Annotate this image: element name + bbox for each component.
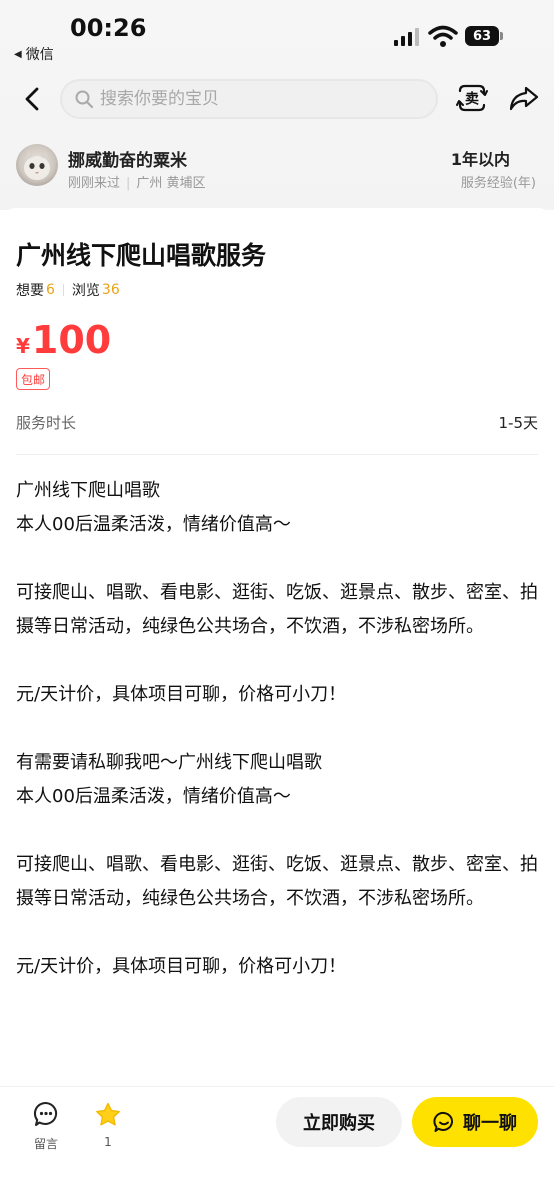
want-count: 6 <box>46 282 55 298</box>
description-paragraph: 元/天计价，具体项目可聊，价格可小刀！ <box>16 956 347 977</box>
clock: 00:26 <box>70 14 147 42</box>
back-to-app[interactable]: ◀ 微信 <box>14 44 54 64</box>
chat-icon <box>433 1111 453 1132</box>
description-spacer <box>16 916 538 950</box>
buy-now-button[interactable]: 立即购买 <box>276 1097 402 1147</box>
stats-divider <box>62 284 64 296</box>
search-bar[interactable] <box>60 79 438 119</box>
description-paragraph: 广州线下爬山唱歌 本人00后温柔活泼，情绪价值高～ <box>16 480 291 535</box>
wifi-icon <box>428 25 458 47</box>
experience-label: 服务经验(年) <box>460 176 536 191</box>
bottom-action-bar: 留言 1 立即购买 聊一聊 <box>0 1086 554 1200</box>
comment-icon <box>33 1102 58 1126</box>
sell-icon[interactable]: 卖 <box>456 82 488 114</box>
comment-label: 留言 <box>33 1137 58 1151</box>
description-paragraph: 可接爬山、唱歌、看电影、逛街、吃饭、逛景点、散步、密室、拍摄等日常活动，纯绿色公… <box>16 582 538 637</box>
listing-stats: 想要 6 浏览 36 <box>16 280 120 300</box>
back-app-label: 微信 <box>25 47 54 63</box>
listing-description: 广州线下爬山唱歌 本人00后温柔活泼，情绪价值高～ 可接爬山、唱歌、看电影、逛街… <box>16 474 538 984</box>
top-nav: 卖 <box>0 76 554 122</box>
status-bar: 00:26 ◀ 微信 63 <box>0 0 554 66</box>
chat-label: 聊一聊 <box>463 1113 517 1134</box>
star-icon <box>96 1102 120 1126</box>
description-paragraph: 元/天计价，具体项目可聊，价格可小刀！ <box>16 684 347 705</box>
description-spacer <box>16 542 538 576</box>
last-seen: 刚刚来过 <box>68 176 121 191</box>
duration-value: 1-5天 <box>498 414 539 432</box>
price: ¥ 100 <box>16 318 111 362</box>
battery-icon: 63 <box>465 26 503 46</box>
back-arrow-icon[interactable] <box>18 84 48 114</box>
favorite-count: 1 <box>104 1135 112 1149</box>
description-spacer <box>16 644 538 678</box>
cellular-signal-icon <box>394 28 419 46</box>
back-triangle-icon: ◀ <box>14 48 22 60</box>
duration-label: 服务时长 <box>16 414 77 432</box>
comment-button[interactable]: 留言 <box>28 1101 64 1152</box>
description-paragraph: 有需要请私聊我吧～广州线下爬山唱歌 本人00后温柔活泼，情绪价值高～ <box>16 752 322 807</box>
listing-card: 广州线下爬山唱歌服务 想要 6 浏览 36 ¥ 100 包邮 服务时长 1-5天… <box>0 208 554 1088</box>
price-value: 100 <box>31 318 112 362</box>
seller-meta: 刚刚来过 | 广州 黄埔区 <box>68 176 206 191</box>
favorite-button[interactable]: 1 <box>90 1101 126 1149</box>
seller-name[interactable]: 挪威勤奋的粟米 <box>68 146 187 171</box>
share-icon[interactable] <box>508 82 540 114</box>
free-shipping-badge: 包邮 <box>16 368 51 390</box>
seller-location: 广州 黄埔区 <box>136 176 206 191</box>
description-spacer <box>16 712 538 746</box>
price-currency: ¥ <box>16 334 30 358</box>
avatar[interactable] <box>16 144 58 186</box>
search-input[interactable] <box>100 89 400 109</box>
description-paragraph: 可接爬山、唱歌、看电影、逛街、吃饭、逛景点、散步、密室、拍摄等日常活动，纯绿色公… <box>16 854 538 909</box>
service-duration-row: 服务时长 1-5天 <box>16 412 538 436</box>
views-label: 浏览 <box>71 283 100 299</box>
cat-avatar-icon <box>24 150 50 180</box>
buy-now-label: 立即购买 <box>303 1113 375 1134</box>
svg-text:卖: 卖 <box>465 91 479 108</box>
want-label: 想要 <box>16 283 44 299</box>
divider <box>16 454 538 455</box>
battery-level: 63 <box>465 26 499 46</box>
chat-button[interactable]: 聊一聊 <box>412 1097 538 1147</box>
listing-title: 广州线下爬山唱歌服务 <box>16 241 267 270</box>
views-count: 36 <box>101 282 120 298</box>
experience-value: 1年以内 <box>450 150 510 169</box>
seller-info[interactable]: 挪威勤奋的粟米 刚刚来过 | 广州 黄埔区 1年以内 服务经验(年) <box>0 140 554 196</box>
search-icon <box>75 90 94 109</box>
description-spacer <box>16 814 538 848</box>
